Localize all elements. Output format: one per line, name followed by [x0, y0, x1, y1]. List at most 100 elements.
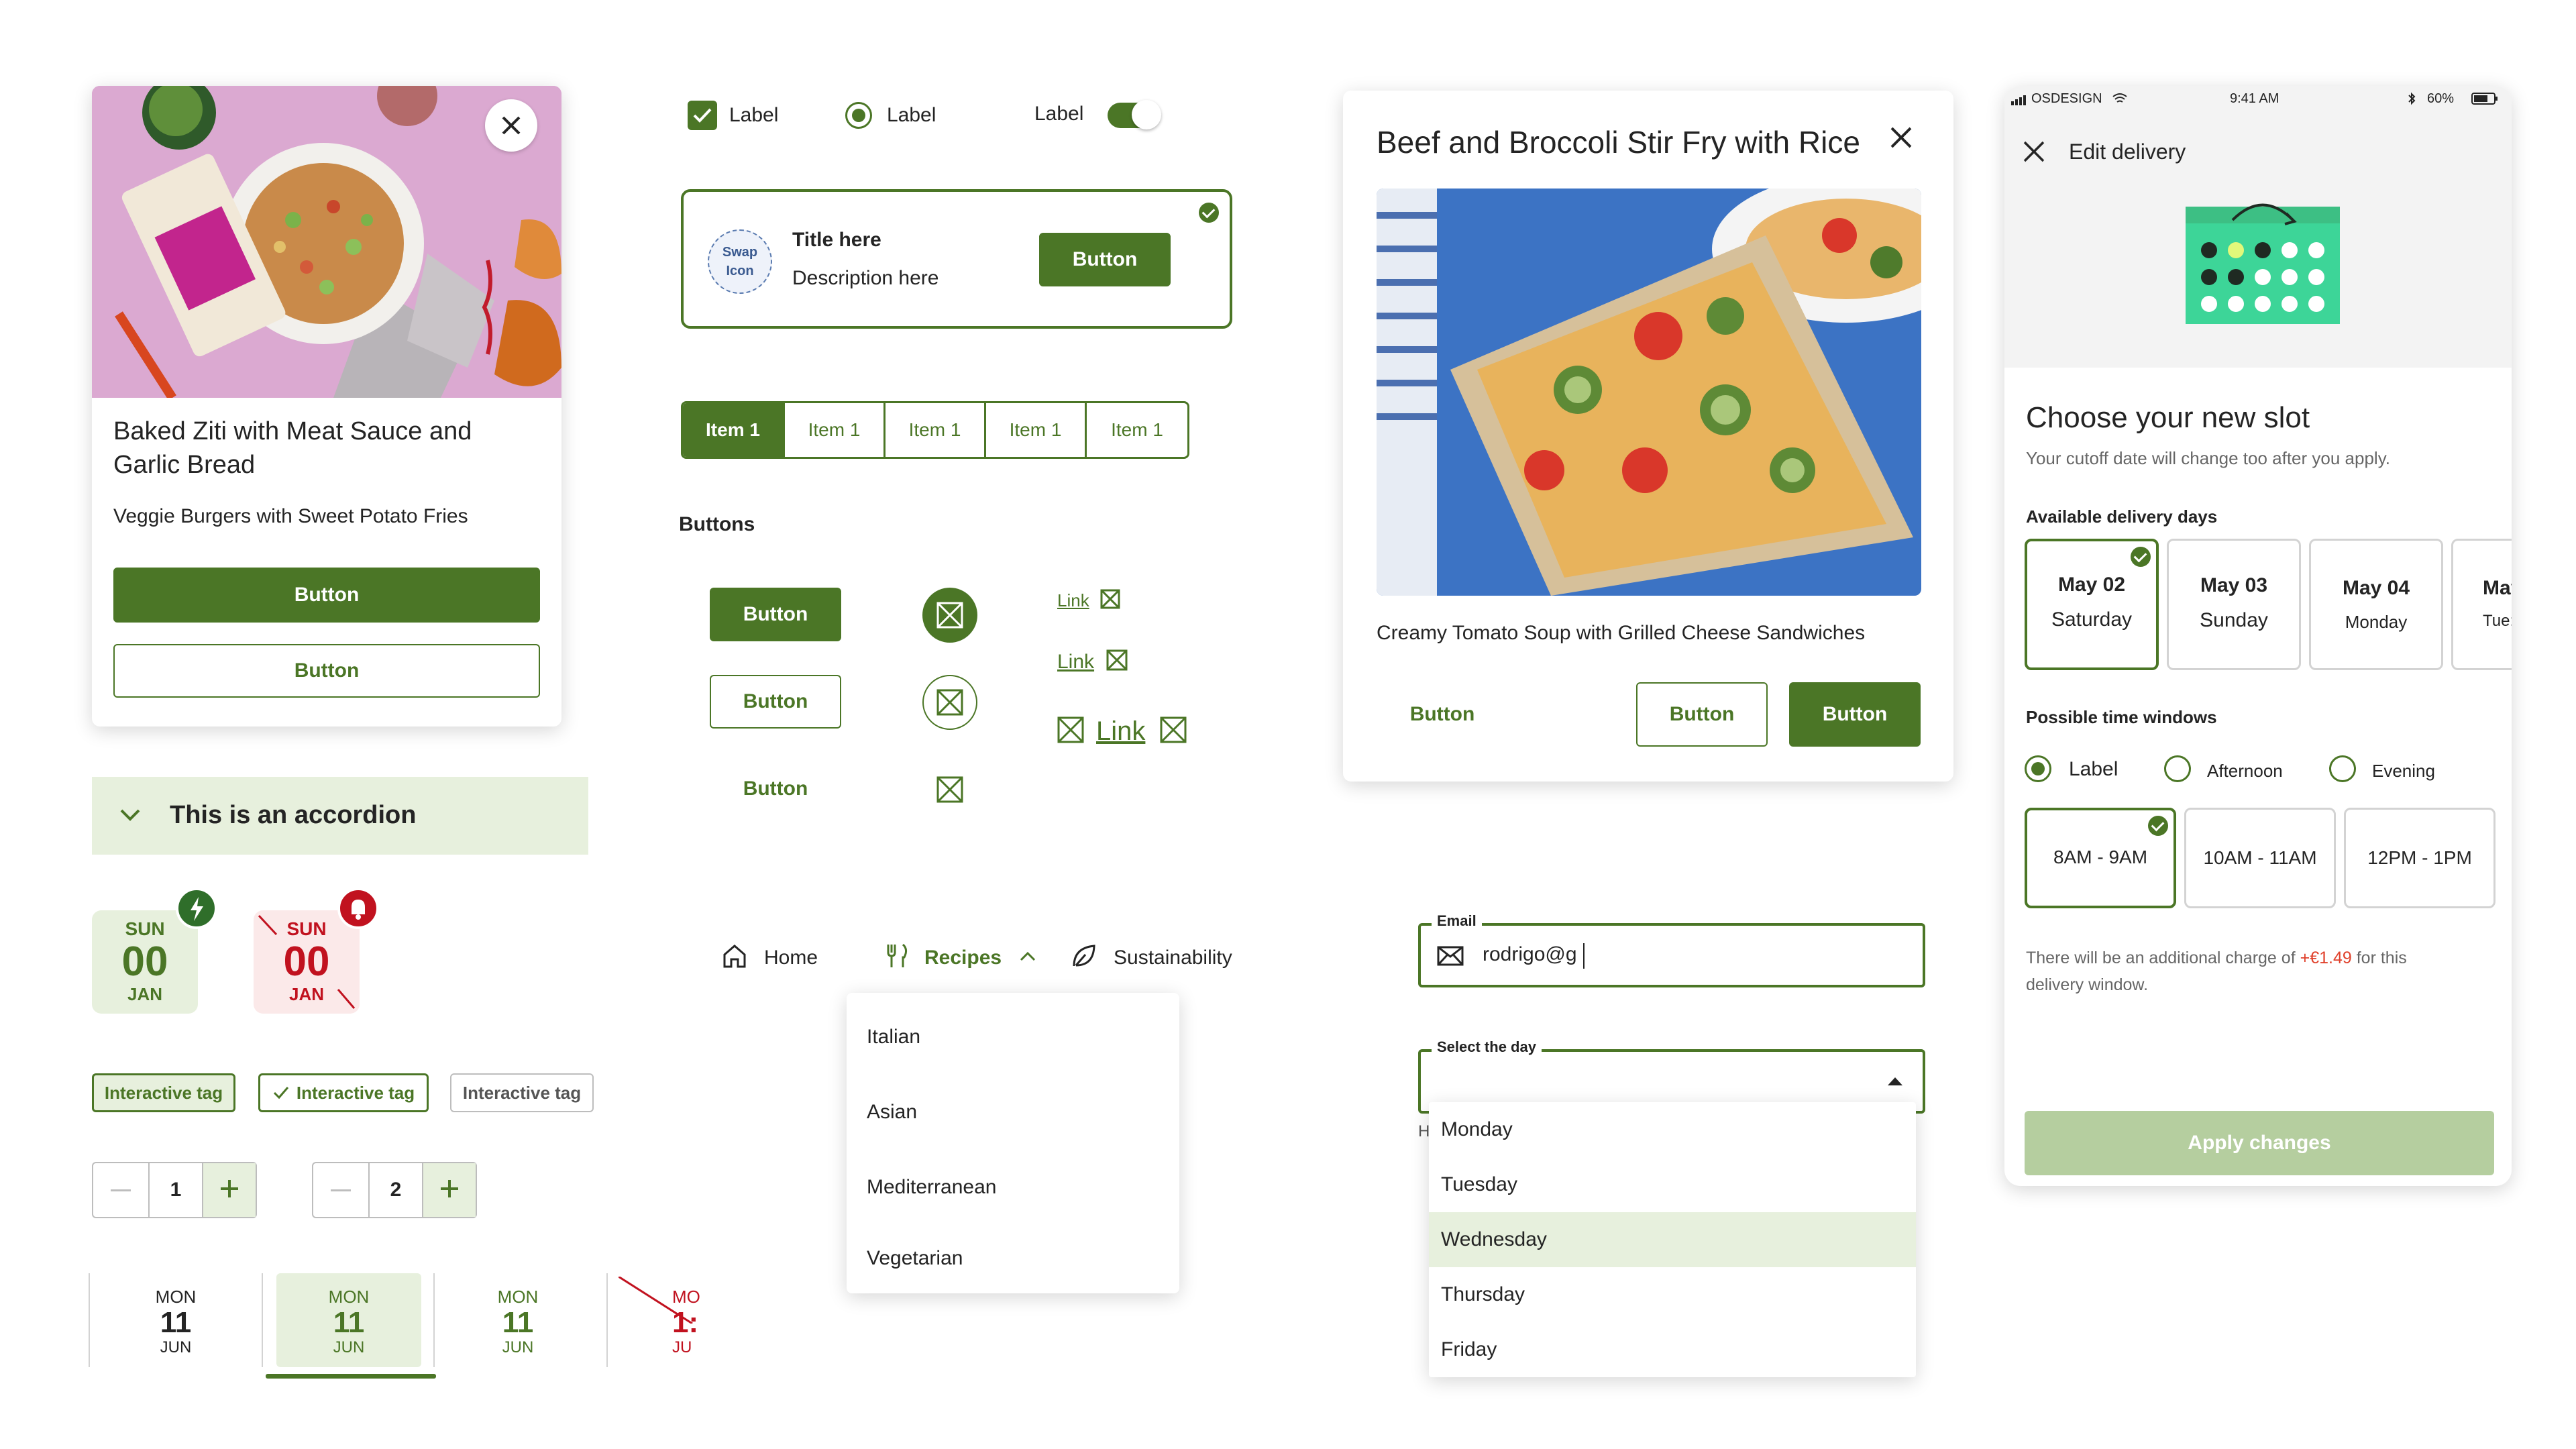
window-radio[interactable] — [2329, 755, 2356, 782]
tab-divider — [262, 1273, 263, 1367]
checkbox[interactable] — [688, 101, 717, 130]
decrement-button[interactable] — [313, 1163, 368, 1217]
window-radio-selected[interactable] — [2025, 755, 2051, 782]
primary-button[interactable]: Button — [710, 588, 841, 641]
link-medium[interactable]: Link — [1057, 649, 1128, 674]
placeholder-icon — [936, 689, 963, 719]
day-tab[interactable]: MON 11 JUN — [451, 1280, 585, 1367]
plus-icon — [219, 1178, 240, 1203]
increment-button[interactable] — [203, 1163, 256, 1217]
placeholder-icon — [1057, 716, 1084, 747]
card-secondary-button[interactable]: Button — [113, 644, 540, 698]
day-tab-day: MON — [155, 1287, 197, 1307]
check-icon — [272, 1084, 290, 1102]
segment-selected[interactable]: Item 1 — [683, 403, 785, 457]
day-tab-month: JUN — [333, 1338, 365, 1356]
day-tab-month: JUN — [502, 1338, 534, 1356]
toggle-switch[interactable] — [1108, 100, 1161, 129]
helper-text: H — [1418, 1122, 1430, 1140]
day-tab[interactable]: MON 11 JUN — [109, 1280, 243, 1367]
icon-button-text[interactable] — [922, 762, 977, 817]
segment[interactable]: Item 1 — [885, 403, 986, 457]
interactive-tag-filled[interactable]: Interactive tag — [92, 1073, 235, 1112]
select-option[interactable]: Monday — [1429, 1102, 1916, 1157]
interactive-tag-checked[interactable]: Interactive tag — [258, 1073, 429, 1112]
slot-subheading: Your cutoff date will change too after y… — [2026, 448, 2390, 468]
delivery-day-card[interactable]: May 04 Monday — [2309, 539, 2443, 670]
modal-primary-button[interactable]: Button — [1789, 682, 1921, 747]
card-primary-button[interactable]: Button — [113, 568, 540, 623]
selected-indicator — [266, 1374, 436, 1379]
menu-item[interactable]: Vegetarian — [847, 1225, 1179, 1292]
segment[interactable]: Item 1 — [785, 403, 885, 457]
tile-description: Description here — [792, 267, 939, 289]
day-card-date: May — [2483, 577, 2512, 599]
tag-label: Interactive tag — [296, 1082, 415, 1103]
select-option[interactable]: Tuesday — [1429, 1157, 1916, 1212]
text-button[interactable]: Button — [710, 762, 841, 816]
radio-button[interactable] — [845, 102, 872, 129]
menu-item[interactable]: Italian — [847, 1000, 1179, 1075]
selectable-tile[interactable]: Swap Icon Title here Description here Bu… — [681, 189, 1232, 329]
icon-button-filled[interactable] — [922, 588, 977, 643]
mail-icon — [1437, 946, 1464, 969]
select-option-highlighted[interactable]: Wednesday — [1429, 1212, 1916, 1267]
nav-recipes[interactable]: Recipes — [884, 943, 1036, 973]
swap-icon: Swap Icon — [708, 229, 772, 294]
menu-item[interactable]: Asian — [847, 1075, 1179, 1150]
accordion[interactable]: This is an accordion — [92, 777, 588, 855]
apply-changes-button[interactable]: Apply changes — [2025, 1111, 2494, 1175]
time-slot[interactable]: 10AM - 11AM — [2184, 808, 2336, 908]
tab-divider — [433, 1273, 435, 1367]
time-slot[interactable]: 12PM - 1PM — [2344, 808, 2496, 908]
tile-button[interactable]: Button — [1039, 233, 1171, 286]
nav-home[interactable]: Home — [721, 943, 818, 973]
toggle-knob — [1132, 100, 1161, 129]
segment[interactable]: Item 1 — [1087, 403, 1187, 457]
buttons-heading: Buttons — [679, 513, 755, 535]
outline-button[interactable]: Button — [710, 675, 841, 729]
days-label: Available delivery days — [2026, 506, 2218, 527]
delivery-day-card-selected[interactable]: May 02 Saturday — [2025, 539, 2159, 670]
delivery-day-card[interactable]: May 03 Sunday — [2167, 539, 2301, 670]
day-tab-selected[interactable]: MON 11 JUN — [276, 1273, 421, 1367]
day-tab-day: MO — [672, 1287, 700, 1307]
window-radio[interactable] — [2164, 755, 2191, 782]
day-card-weekday: Saturday — [2051, 608, 2133, 631]
modal-outline-button[interactable]: Button — [1636, 682, 1768, 747]
day-card-weekday: Tue: — [2483, 612, 2512, 630]
modal-text-button[interactable]: Button — [1377, 682, 1508, 747]
increment-button[interactable] — [423, 1163, 476, 1217]
decrement-button[interactable] — [93, 1163, 148, 1217]
phone-close-button[interactable] — [2022, 140, 2046, 164]
date-badge-date: 00 — [283, 938, 330, 985]
slot-heading: Choose your new slot — [2026, 401, 2310, 434]
segment[interactable]: Item 1 — [986, 403, 1087, 457]
home-icon — [721, 943, 748, 973]
modal-close-button[interactable] — [1888, 124, 1915, 151]
day-tabs: MON 11 JUN MON 11 JUN MON 11 JUN MO 1: J… — [89, 1273, 719, 1387]
fork-knife-icon — [884, 943, 911, 973]
select-option[interactable]: Friday — [1429, 1322, 1916, 1377]
select-option[interactable]: Thursday — [1429, 1267, 1916, 1322]
menu-item[interactable]: Mediterranean — [847, 1150, 1179, 1225]
interactive-tag-default[interactable]: Interactive tag — [450, 1073, 594, 1112]
day-card-date: May 04 — [2342, 577, 2410, 599]
email-input-value: rodrigo@g — [1483, 943, 1577, 965]
close-icon — [500, 115, 522, 136]
icon-button-outline[interactable] — [922, 675, 977, 730]
nav-sustainability[interactable]: Sustainability — [1071, 943, 1232, 973]
quantity-stepper: 2 — [312, 1162, 477, 1218]
time-slot-selected[interactable]: 8AM - 9AM — [2025, 808, 2176, 908]
day-tab-unavailable: MO 1: JU — [672, 1280, 719, 1367]
email-field[interactable]: Email rodrigo@g — [1418, 912, 1925, 987]
close-button[interactable] — [485, 99, 537, 152]
date-badge-month: JAN — [288, 984, 324, 1004]
date-badge-month: JAN — [127, 984, 162, 1004]
quantity-stepper: 1 — [92, 1162, 257, 1218]
link-large[interactable]: Link — [1057, 716, 1187, 747]
link-small[interactable]: Link — [1057, 589, 1120, 612]
carrier: OSDESIGN — [2031, 91, 2102, 106]
delivery-day-card[interactable]: May Tue: — [2451, 539, 2512, 670]
chevron-down-icon — [119, 805, 142, 825]
